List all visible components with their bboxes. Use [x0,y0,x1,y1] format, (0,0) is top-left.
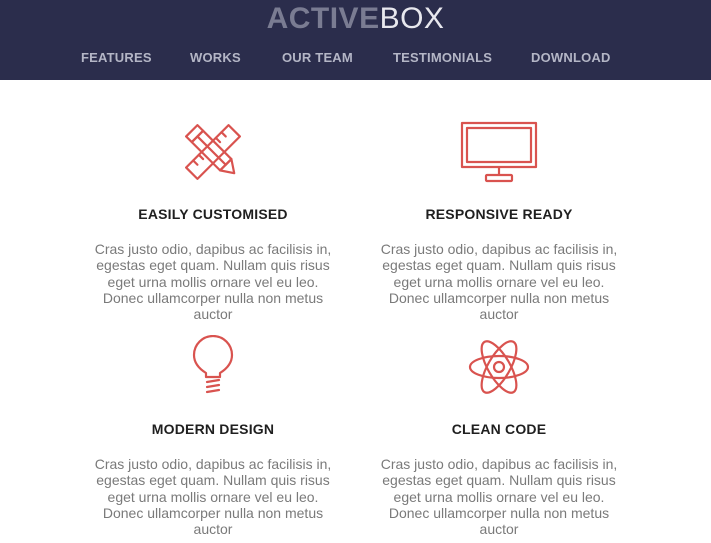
nav-works[interactable]: WORKS [190,50,241,65]
feature-modern-design: MODERN DESIGN Cras justo odio, dapibus a… [93,335,333,543]
feature-description: Cras justo odio, dapibus ac facilisis in… [380,241,618,323]
logo[interactable]: ACTIVEBOX [0,2,711,36]
logo-active: ACTIVE [266,2,380,35]
atom-icon [468,340,530,394]
pencil-ruler-icon [185,124,241,180]
main-nav: FEATURES WORKS OUR TEAM TESTIMONIALS DOW… [0,50,711,66]
feature-description: Cras justo odio, dapibus ac facilisis in… [94,456,332,538]
logo-box: BOX [379,2,445,35]
nav-features[interactable]: FEATURES [81,50,152,65]
feature-description: Cras justo odio, dapibus ac facilisis in… [94,241,332,323]
lightbulb-icon [192,335,234,394]
monitor-icon [460,121,538,183]
feature-title: MODERN DESIGN [151,421,275,437]
feature-title: RESPONSIVE READY [425,206,573,222]
feature-description: Cras justo odio, dapibus ac facilisis in… [380,456,618,538]
nav-our-team[interactable]: OUR TEAM [282,50,353,65]
nav-download[interactable]: DOWNLOAD [531,50,611,65]
nav-testimonials[interactable]: TESTIMONIALS [393,50,492,65]
feature-clean-code: CLEAN CODE Cras justo odio, dapibus ac f… [379,335,619,543]
feature-responsive-ready: RESPONSIVE READY Cras justo odio, dapibu… [379,120,619,330]
feature-title: CLEAN CODE [451,421,547,437]
feature-easily-customised: EASILY CUSTOMISED Cras justo odio, dapib… [93,120,333,330]
site-header: ACTIVEBOX FEATURES WORKS OUR TEAM TESTIM… [0,0,711,80]
feature-title: EASILY CUSTOMISED [138,206,288,222]
